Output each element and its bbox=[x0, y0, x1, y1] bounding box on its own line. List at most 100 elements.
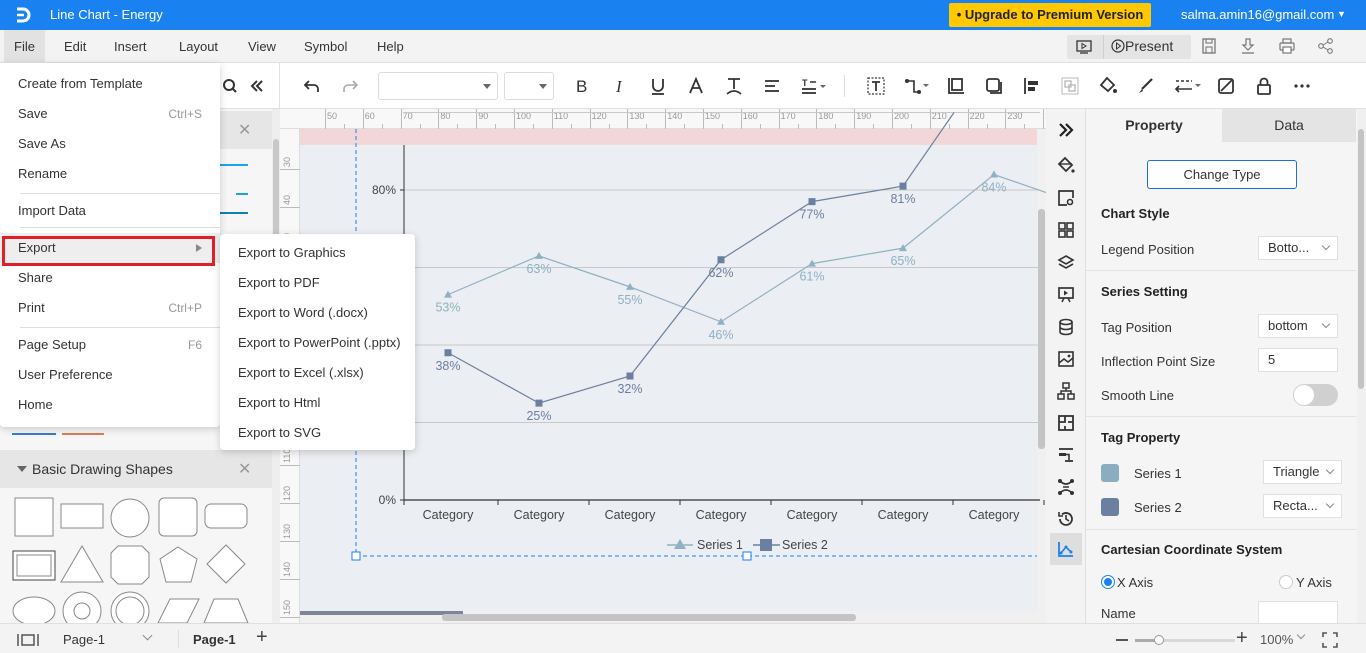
italic-icon[interactable]: I bbox=[610, 76, 630, 96]
page-tab[interactable]: Page-1 bbox=[193, 632, 236, 647]
file-menu-item-save-as[interactable]: Save As bbox=[0, 129, 220, 159]
mind-map-icon[interactable] bbox=[1057, 478, 1075, 496]
font-family-select[interactable] bbox=[378, 72, 498, 100]
print-icon[interactable] bbox=[1278, 37, 1296, 55]
menu-layout[interactable]: Layout bbox=[169, 30, 228, 63]
menu-help[interactable]: Help bbox=[367, 30, 414, 63]
shape-trapezoid[interactable] bbox=[203, 598, 249, 623]
shape-octagon[interactable] bbox=[110, 545, 150, 585]
shape-diamond[interactable] bbox=[206, 544, 246, 584]
group-icon[interactable] bbox=[1060, 76, 1080, 96]
legend-position-select[interactable]: Botto... bbox=[1258, 236, 1338, 260]
font-size-select[interactable] bbox=[504, 72, 554, 100]
inflection-point-size-input[interactable]: 5 bbox=[1258, 348, 1338, 372]
edit-shape-icon[interactable] bbox=[1216, 76, 1236, 96]
presentation-icon[interactable] bbox=[1057, 286, 1075, 304]
close-icon[interactable]: ✕ bbox=[238, 120, 251, 140]
export-item-export-to-powerpoint-pptx[interactable]: Export to PowerPoint (.pptx) bbox=[220, 328, 415, 358]
line-style-icon[interactable] bbox=[1174, 76, 1204, 96]
redo-icon[interactable] bbox=[340, 76, 360, 96]
change-type-button[interactable]: Change Type bbox=[1147, 160, 1297, 189]
container-icon[interactable] bbox=[946, 76, 966, 96]
timeline-icon[interactable] bbox=[1057, 446, 1075, 464]
chevron-down-icon[interactable] bbox=[142, 630, 153, 641]
present-button[interactable]: Present bbox=[1111, 38, 1173, 54]
close-icon[interactable]: ✕ bbox=[238, 459, 251, 479]
collapse-triangle-icon[interactable] bbox=[17, 466, 27, 472]
export-item-export-to-pdf[interactable]: Export to PDF bbox=[220, 268, 415, 298]
tag-position-select[interactable]: bottom bbox=[1258, 314, 1338, 338]
resize-handle[interactable] bbox=[351, 551, 361, 561]
menu-file[interactable]: File bbox=[4, 30, 45, 63]
fullscreen-icon[interactable] bbox=[1322, 632, 1338, 648]
font-color-icon[interactable] bbox=[686, 76, 706, 96]
file-menu-item-save[interactable]: Save Ctrl+S bbox=[0, 99, 220, 129]
menu-symbol[interactable]: Symbol bbox=[294, 30, 357, 63]
download-icon[interactable] bbox=[1239, 37, 1257, 55]
account-menu[interactable]: salma.amin16@gmail.com bbox=[1181, 7, 1334, 22]
align-left-icon[interactable] bbox=[1022, 76, 1042, 96]
series-2-color-swatch[interactable] bbox=[1101, 498, 1119, 516]
chevron-down-icon[interactable] bbox=[1296, 630, 1306, 640]
file-menu-item-page-setup[interactable]: Page Setup F6 bbox=[0, 330, 220, 360]
x-axis-radio[interactable] bbox=[1101, 575, 1115, 589]
export-item-export-to-svg[interactable]: Export to SVG bbox=[220, 418, 415, 448]
zoom-out-icon[interactable] bbox=[1116, 639, 1128, 641]
export-item-export-to-excel-xlsx[interactable]: Export to Excel (.xlsx) bbox=[220, 358, 415, 388]
export-item-export-to-word-docx[interactable]: Export to Word (.docx) bbox=[220, 298, 415, 328]
shape-settings-icon[interactable] bbox=[1057, 189, 1075, 207]
shadow-icon[interactable] bbox=[984, 76, 1004, 96]
lock-icon[interactable] bbox=[1254, 76, 1274, 96]
undo-icon[interactable] bbox=[302, 76, 322, 96]
axis-name-input[interactable] bbox=[1258, 601, 1338, 625]
align-icon[interactable] bbox=[762, 76, 782, 96]
shape-rounded-rectangle[interactable] bbox=[204, 503, 248, 529]
shape-circle[interactable] bbox=[110, 498, 150, 538]
file-menu-item-user-preference[interactable]: User Preference bbox=[0, 360, 220, 390]
menu-edit[interactable]: Edit bbox=[54, 30, 96, 63]
collapse-left-icon[interactable] bbox=[249, 78, 265, 94]
file-menu-item-print[interactable]: Print Ctrl+P bbox=[0, 293, 220, 323]
pen-icon[interactable] bbox=[1136, 76, 1156, 96]
expand-panel-icon[interactable] bbox=[1057, 121, 1075, 139]
page-layout-icon[interactable] bbox=[17, 633, 39, 647]
history-icon[interactable] bbox=[1057, 510, 1075, 528]
floor-plan-icon[interactable] bbox=[1057, 414, 1075, 432]
series-1-shape-select[interactable]: Triangle bbox=[1263, 460, 1342, 484]
series-2-shape-select[interactable]: Recta... bbox=[1263, 494, 1342, 518]
zoom-level[interactable]: 100% bbox=[1260, 632, 1293, 647]
connector-icon[interactable] bbox=[904, 76, 934, 96]
file-menu-item-import-data[interactable]: Import Data bbox=[0, 196, 220, 226]
search-icon[interactable] bbox=[222, 78, 238, 94]
chart-properties-icon[interactable] bbox=[1057, 540, 1075, 558]
slideshow-icon[interactable] bbox=[1075, 40, 1093, 54]
shape-triangle[interactable] bbox=[60, 545, 104, 583]
upgrade-button[interactable]: • Upgrade to Premium Version bbox=[949, 3, 1151, 27]
resize-handle[interactable] bbox=[742, 551, 752, 561]
zoom-in-icon[interactable]: + bbox=[1236, 627, 1248, 650]
zoom-slider[interactable] bbox=[1135, 635, 1235, 645]
add-page-icon[interactable]: + bbox=[256, 626, 268, 649]
text-box-icon[interactable] bbox=[866, 76, 886, 96]
export-item-export-to-html[interactable]: Export to Html bbox=[220, 388, 415, 418]
file-menu-item-home[interactable]: Home bbox=[0, 390, 220, 420]
page-select[interactable]: Page-1 bbox=[63, 632, 105, 647]
org-chart-icon[interactable] bbox=[1057, 382, 1075, 400]
file-menu-item-share[interactable]: Share bbox=[0, 263, 220, 293]
text-style-icon[interactable] bbox=[724, 76, 744, 96]
bold-icon[interactable]: B bbox=[572, 76, 592, 96]
account-caret-icon[interactable]: ▼ bbox=[1337, 9, 1346, 19]
file-menu-item-create-from-template[interactable]: Create from Template bbox=[0, 69, 220, 99]
export-item-export-to-graphics[interactable]: Export to Graphics bbox=[220, 238, 415, 268]
database-icon[interactable] bbox=[1057, 318, 1075, 336]
shape-parallelogram[interactable] bbox=[157, 598, 200, 623]
shape-rectangle[interactable] bbox=[60, 503, 104, 529]
menu-insert[interactable]: Insert bbox=[104, 30, 157, 63]
tab-property[interactable]: Property bbox=[1086, 109, 1222, 142]
layers-icon[interactable] bbox=[1057, 254, 1075, 272]
fill-style-icon[interactable] bbox=[1057, 156, 1075, 174]
shape-rounded-square[interactable] bbox=[158, 497, 198, 537]
shape-ellipse[interactable] bbox=[12, 596, 56, 623]
tab-data[interactable]: Data bbox=[1222, 109, 1356, 142]
grid-layout-icon[interactable] bbox=[1057, 221, 1075, 239]
